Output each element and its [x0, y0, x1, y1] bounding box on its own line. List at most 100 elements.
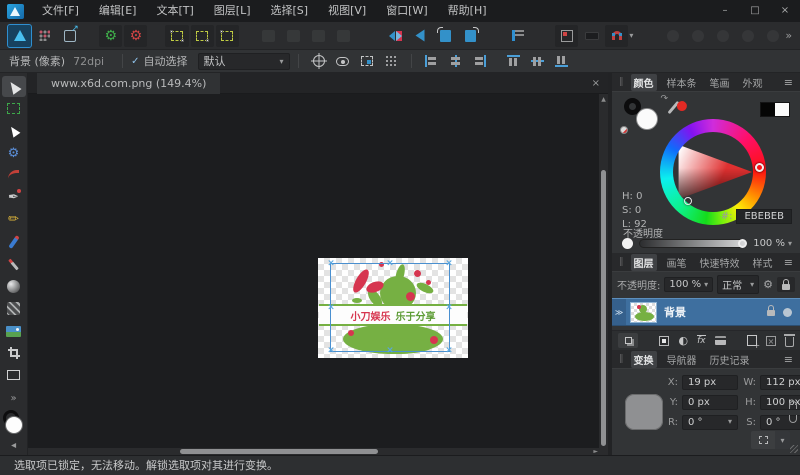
auto-select-label[interactable]: 自动选择 [144, 53, 188, 69]
select-same-button[interactable] [216, 25, 239, 47]
eyedropper-icon[interactable] [668, 101, 680, 114]
horizontal-scroll-thumb[interactable] [180, 449, 378, 454]
layer-name[interactable]: 背景 [664, 304, 767, 320]
x-input[interactable]: 19 px [682, 375, 738, 390]
snapping-dropdown-chevron-icon[interactable]: ▾ [629, 31, 633, 40]
menu-edit[interactable]: 编辑[E] [89, 0, 147, 22]
selection-handle[interactable]: × [327, 347, 335, 356]
color-well[interactable] [2, 410, 26, 434]
vector-crop-tool[interactable] [2, 343, 26, 364]
tab-color[interactable]: 颜色 [631, 74, 657, 91]
align-center-button[interactable] [444, 52, 468, 71]
panel-menu-icon[interactable]: ≡ [784, 76, 793, 89]
selection-handle[interactable]: × [327, 303, 335, 312]
panel-grip-icon[interactable]: ‖ [619, 77, 624, 87]
align-middle-button[interactable] [526, 52, 550, 71]
hex-input[interactable]: EBEBEB [736, 209, 792, 224]
swap-fill-stroke-icon[interactable]: ↷ [660, 94, 668, 104]
tab-quick-fx[interactable]: 快速特效 [697, 254, 743, 271]
chevron-down-icon[interactable]: ▾ [788, 239, 792, 248]
hue-selector[interactable] [755, 163, 764, 172]
artwork-image[interactable]: 小刀娱乐 乐于分享 × × × × × × × × [318, 258, 468, 358]
layer-effects-button[interactable]: fx [697, 335, 706, 347]
duplicate-layer-button[interactable] [618, 333, 638, 348]
snap-option-2-button[interactable] [686, 25, 709, 47]
w-input[interactable]: 112 px [760, 375, 800, 390]
insert-order-button[interactable] [507, 25, 530, 47]
selection-handle[interactable]: × [445, 260, 453, 269]
transform-origin-button[interactable] [751, 431, 775, 449]
panel-grip-icon[interactable]: ‖ [619, 257, 624, 267]
group-layers-button[interactable] [715, 336, 726, 345]
opacity-slider[interactable] [639, 239, 747, 248]
panel-menu-icon[interactable]: ≡ [784, 256, 793, 269]
deselect-button[interactable] [191, 25, 214, 47]
fill-swatch[interactable] [636, 108, 658, 130]
snap-option-5-button[interactable] [761, 25, 784, 47]
tab-layers[interactable]: 图层 [631, 254, 657, 271]
selection-handle[interactable]: × [445, 303, 453, 312]
opacity-value[interactable]: 100 % [753, 238, 785, 249]
canvas-viewport[interactable]: 小刀娱乐 乐于分享 × × × × × × × × ▲ [28, 94, 608, 448]
scale-with-object-button[interactable] [355, 52, 379, 71]
preview-toggle-button[interactable] [580, 25, 603, 47]
rectangle-tool[interactable] [2, 365, 26, 386]
no-color-icon[interactable] [620, 126, 628, 134]
align-left-button[interactable] [420, 52, 444, 71]
menu-file[interactable]: 文件[F] [32, 0, 89, 22]
opacity-dot-icon[interactable] [622, 238, 633, 249]
lock-layer-button[interactable] [777, 277, 795, 292]
tab-swatches[interactable]: 样本条 [664, 74, 700, 91]
transparency-tool[interactable] [2, 298, 26, 319]
layer-locked-icon[interactable] [767, 310, 775, 316]
place-image-tool[interactable] [2, 320, 26, 341]
tab-navigator[interactable]: 导航器 [664, 351, 700, 368]
snapping-button[interactable] [605, 25, 628, 47]
settings-green-button[interactable]: ⚙ [99, 25, 122, 47]
panel-menu-icon[interactable]: ≡ [784, 353, 793, 366]
scroll-right-icon[interactable]: ► [593, 448, 598, 455]
menu-help[interactable]: 帮助[H] [438, 0, 497, 22]
tab-transform[interactable]: 变换 [631, 351, 657, 368]
align-bottom-button[interactable] [550, 52, 574, 71]
point-transform-tool[interactable]: ⚙ [2, 143, 26, 164]
cycle-selection-box-button[interactable] [307, 52, 331, 71]
selection-handle[interactable]: × [386, 260, 394, 269]
selection-handle[interactable]: × [445, 347, 453, 356]
close-button[interactable]: × [770, 0, 800, 22]
menu-select[interactable]: 选择[S] [261, 0, 319, 22]
boolean-subtract-button[interactable] [332, 25, 355, 47]
toolbar-overflow-icon[interactable]: » [785, 29, 792, 42]
layer-row-background[interactable]: ≫ 背景 [612, 298, 800, 326]
pen-tool[interactable]: ✒ [2, 187, 26, 208]
menu-layer[interactable]: 图层[L] [204, 0, 261, 22]
rotate-cw-button[interactable] [459, 25, 482, 47]
link-dimensions-icon[interactable] [788, 401, 797, 423]
black-white-swatch[interactable] [760, 102, 790, 117]
boolean-add-button[interactable] [307, 25, 330, 47]
tab-styles[interactable]: 样式 [750, 254, 776, 271]
show-selection-button[interactable] [331, 52, 355, 71]
snap-option-1-button[interactable] [661, 25, 684, 47]
anchor-point-selector[interactable] [625, 394, 663, 430]
snap-preset-dropdown[interactable]: 默认 ▾ [198, 53, 290, 70]
color-well-chevron-icon[interactable]: ▾ [8, 443, 19, 448]
move-tool[interactable] [2, 76, 26, 97]
delete-mask-button[interactable]: × [766, 336, 776, 346]
settings-red-button[interactable]: ⚙ [124, 25, 147, 47]
scroll-up-icon[interactable]: ▲ [599, 94, 608, 103]
transform-origin-dropdown[interactable]: ▾ [775, 431, 790, 449]
blend-options-gear-icon[interactable]: ⚙ [763, 278, 773, 291]
node-tool[interactable] [2, 120, 26, 141]
artboard-tool[interactable] [2, 98, 26, 119]
export-persona-button[interactable] [58, 25, 81, 47]
selection-handle[interactable]: × [386, 347, 394, 356]
vertical-scroll-thumb[interactable] [601, 170, 606, 446]
y-input[interactable]: 0 px [682, 395, 738, 410]
flip-horizontal-button[interactable] [384, 25, 407, 47]
blend-mode-dropdown[interactable]: 正常 ▾ [717, 275, 759, 294]
fill-stroke-selector[interactable]: ↷ [624, 98, 666, 136]
flip-vertical-button[interactable] [409, 25, 432, 47]
snap-option-3-button[interactable] [711, 25, 734, 47]
align-top-button[interactable] [502, 52, 526, 71]
